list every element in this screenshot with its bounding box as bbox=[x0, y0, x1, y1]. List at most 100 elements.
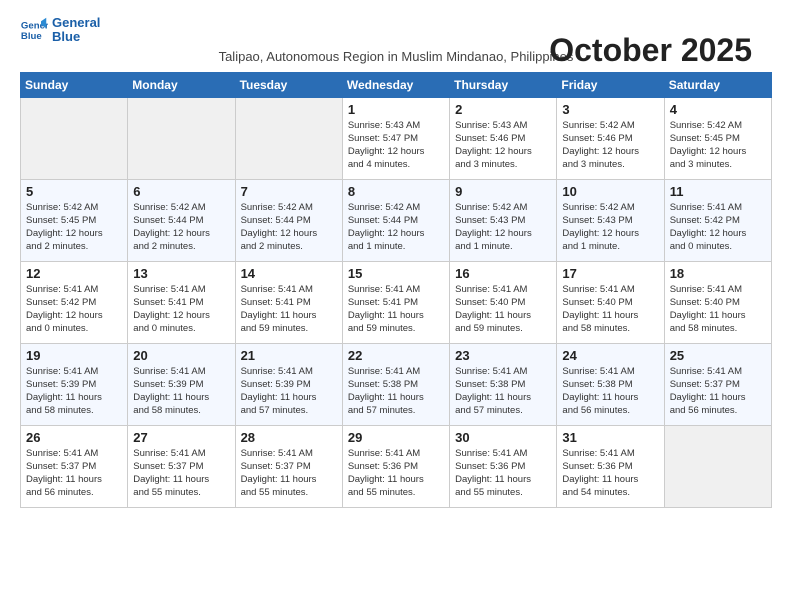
day-info: Sunrise: 5:41 AM Sunset: 5:41 PM Dayligh… bbox=[133, 283, 229, 336]
calendar-cell: 13 Sunrise: 5:41 AM Sunset: 5:41 PM Dayli… bbox=[128, 261, 235, 343]
calendar-cell: 17 Sunrise: 5:41 AM Sunset: 5:40 PM Dayli… bbox=[557, 261, 664, 343]
calendar-cell: 18 Sunrise: 5:41 AM Sunset: 5:40 PM Dayli… bbox=[664, 261, 771, 343]
weekday-header-row: SundayMondayTuesdayWednesdayThursdayFrid… bbox=[21, 72, 772, 97]
calendar-cell bbox=[128, 97, 235, 179]
calendar-cell: 14 Sunrise: 5:41 AM Sunset: 5:41 PM Dayli… bbox=[235, 261, 342, 343]
weekday-header-sunday: Sunday bbox=[21, 72, 128, 97]
day-number: 31 bbox=[562, 430, 658, 445]
month-year-title: October 2025 bbox=[549, 32, 752, 69]
day-number: 17 bbox=[562, 266, 658, 281]
day-number: 30 bbox=[455, 430, 551, 445]
weekday-header-tuesday: Tuesday bbox=[235, 72, 342, 97]
calendar-cell: 8Sunrise: 5:42 AM Sunset: 5:44 PM Daylig… bbox=[342, 179, 449, 261]
day-info: Sunrise: 5:41 AM Sunset: 5:40 PM Dayligh… bbox=[455, 283, 551, 336]
day-info: Sunrise: 5:42 AM Sunset: 5:44 PM Dayligh… bbox=[241, 201, 337, 254]
day-number: 28 bbox=[241, 430, 337, 445]
day-number: 7 bbox=[241, 184, 337, 199]
calendar-cell bbox=[21, 97, 128, 179]
calendar-cell: 24 Sunrise: 5:41 AM Sunset: 5:38 PM Dayli… bbox=[557, 343, 664, 425]
day-info: Sunrise: 5:41 AM Sunset: 5:39 PM Dayligh… bbox=[26, 365, 122, 418]
calendar-cell: 28 Sunrise: 5:41 AM Sunset: 5:37 PM Dayli… bbox=[235, 425, 342, 507]
day-info: Sunrise: 5:41 AM Sunset: 5:37 PM Dayligh… bbox=[26, 447, 122, 500]
calendar-cell: 19Sunrise: 5:41 AM Sunset: 5:39 PM Dayli… bbox=[21, 343, 128, 425]
logo-text: General Blue bbox=[52, 16, 100, 45]
calendar-cell: 25 Sunrise: 5:41 AM Sunset: 5:37 PM Dayli… bbox=[664, 343, 771, 425]
day-info: Sunrise: 5:42 AM Sunset: 5:44 PM Dayligh… bbox=[133, 201, 229, 254]
day-number: 22 bbox=[348, 348, 444, 363]
day-number: 2 bbox=[455, 102, 551, 117]
calendar-cell: 5Sunrise: 5:42 AM Sunset: 5:45 PM Daylig… bbox=[21, 179, 128, 261]
calendar-cell: 4Sunrise: 5:42 AM Sunset: 5:45 PM Daylig… bbox=[664, 97, 771, 179]
day-info: Sunrise: 5:41 AM Sunset: 5:42 PM Dayligh… bbox=[670, 201, 766, 254]
calendar-cell: 31 Sunrise: 5:41 AM Sunset: 5:36 PM Dayli… bbox=[557, 425, 664, 507]
day-info: Sunrise: 5:41 AM Sunset: 5:39 PM Dayligh… bbox=[133, 365, 229, 418]
calendar-cell: 27 Sunrise: 5:41 AM Sunset: 5:37 PM Dayli… bbox=[128, 425, 235, 507]
weekday-header-wednesday: Wednesday bbox=[342, 72, 449, 97]
day-number: 14 bbox=[241, 266, 337, 281]
day-info: Sunrise: 5:41 AM Sunset: 5:39 PM Dayligh… bbox=[241, 365, 337, 418]
calendar-week-row: 26 Sunrise: 5:41 AM Sunset: 5:37 PM Dayli… bbox=[21, 425, 772, 507]
day-info: Sunrise: 5:41 AM Sunset: 5:36 PM Dayligh… bbox=[348, 447, 444, 500]
calendar-week-row: 5Sunrise: 5:42 AM Sunset: 5:45 PM Daylig… bbox=[21, 179, 772, 261]
calendar-cell: 12Sunrise: 5:41 AM Sunset: 5:42 PM Dayli… bbox=[21, 261, 128, 343]
day-info: Sunrise: 5:41 AM Sunset: 5:37 PM Dayligh… bbox=[241, 447, 337, 500]
day-info: Sunrise: 5:41 AM Sunset: 5:36 PM Dayligh… bbox=[455, 447, 551, 500]
day-number: 8 bbox=[348, 184, 444, 199]
day-number: 5 bbox=[26, 184, 122, 199]
calendar-week-row: 1 Sunrise: 5:43 AM Sunset: 5:47 PM Daylig… bbox=[21, 97, 772, 179]
calendar-week-row: 19Sunrise: 5:41 AM Sunset: 5:39 PM Dayli… bbox=[21, 343, 772, 425]
day-info: Sunrise: 5:41 AM Sunset: 5:38 PM Dayligh… bbox=[348, 365, 444, 418]
day-info: Sunrise: 5:41 AM Sunset: 5:38 PM Dayligh… bbox=[455, 365, 551, 418]
top-area: General Blue General Blue October 2025 bbox=[20, 16, 772, 45]
calendar-cell: 16Sunrise: 5:41 AM Sunset: 5:40 PM Dayli… bbox=[450, 261, 557, 343]
calendar-cell: 20 Sunrise: 5:41 AM Sunset: 5:39 PM Dayli… bbox=[128, 343, 235, 425]
calendar-cell: 11 Sunrise: 5:41 AM Sunset: 5:42 PM Dayli… bbox=[664, 179, 771, 261]
day-number: 1 bbox=[348, 102, 444, 117]
weekday-header-saturday: Saturday bbox=[664, 72, 771, 97]
calendar-cell: 9 Sunrise: 5:42 AM Sunset: 5:43 PM Daylig… bbox=[450, 179, 557, 261]
day-info: Sunrise: 5:42 AM Sunset: 5:45 PM Dayligh… bbox=[670, 119, 766, 172]
day-number: 11 bbox=[670, 184, 766, 199]
day-number: 6 bbox=[133, 184, 229, 199]
day-info: Sunrise: 5:43 AM Sunset: 5:47 PM Dayligh… bbox=[348, 119, 444, 172]
day-info: Sunrise: 5:41 AM Sunset: 5:37 PM Dayligh… bbox=[133, 447, 229, 500]
weekday-header-friday: Friday bbox=[557, 72, 664, 97]
day-number: 20 bbox=[133, 348, 229, 363]
calendar-cell: 3Sunrise: 5:42 AM Sunset: 5:46 PM Daylig… bbox=[557, 97, 664, 179]
day-info: Sunrise: 5:41 AM Sunset: 5:37 PM Dayligh… bbox=[670, 365, 766, 418]
logo-icon: General Blue bbox=[20, 16, 48, 44]
day-number: 24 bbox=[562, 348, 658, 363]
calendar-cell: 15 Sunrise: 5:41 AM Sunset: 5:41 PM Dayli… bbox=[342, 261, 449, 343]
day-number: 27 bbox=[133, 430, 229, 445]
calendar-cell: 22 Sunrise: 5:41 AM Sunset: 5:38 PM Dayli… bbox=[342, 343, 449, 425]
day-info: Sunrise: 5:42 AM Sunset: 5:43 PM Dayligh… bbox=[455, 201, 551, 254]
calendar-cell bbox=[235, 97, 342, 179]
logo-line1: General bbox=[52, 15, 100, 30]
calendar-cell: 6 Sunrise: 5:42 AM Sunset: 5:44 PM Daylig… bbox=[128, 179, 235, 261]
day-number: 25 bbox=[670, 348, 766, 363]
day-number: 29 bbox=[348, 430, 444, 445]
calendar-cell: 26 Sunrise: 5:41 AM Sunset: 5:37 PM Dayli… bbox=[21, 425, 128, 507]
calendar-cell bbox=[664, 425, 771, 507]
svg-text:Blue: Blue bbox=[21, 31, 42, 42]
day-info: Sunrise: 5:43 AM Sunset: 5:46 PM Dayligh… bbox=[455, 119, 551, 172]
day-info: Sunrise: 5:41 AM Sunset: 5:40 PM Dayligh… bbox=[670, 283, 766, 336]
day-info: Sunrise: 5:41 AM Sunset: 5:38 PM Dayligh… bbox=[562, 365, 658, 418]
day-info: Sunrise: 5:41 AM Sunset: 5:41 PM Dayligh… bbox=[241, 283, 337, 336]
calendar-cell: 1 Sunrise: 5:43 AM Sunset: 5:47 PM Daylig… bbox=[342, 97, 449, 179]
day-number: 23 bbox=[455, 348, 551, 363]
day-number: 15 bbox=[348, 266, 444, 281]
calendar-cell: 23 Sunrise: 5:41 AM Sunset: 5:38 PM Dayli… bbox=[450, 343, 557, 425]
day-number: 18 bbox=[670, 266, 766, 281]
day-info: Sunrise: 5:41 AM Sunset: 5:36 PM Dayligh… bbox=[562, 447, 658, 500]
weekday-header-monday: Monday bbox=[128, 72, 235, 97]
day-number: 21 bbox=[241, 348, 337, 363]
calendar-cell: 7 Sunrise: 5:42 AM Sunset: 5:44 PM Daylig… bbox=[235, 179, 342, 261]
day-number: 13 bbox=[133, 266, 229, 281]
day-info: Sunrise: 5:41 AM Sunset: 5:40 PM Dayligh… bbox=[562, 283, 658, 336]
day-number: 9 bbox=[455, 184, 551, 199]
title-section: October 2025 bbox=[549, 32, 752, 69]
day-number: 12 bbox=[26, 266, 122, 281]
day-info: Sunrise: 5:41 AM Sunset: 5:41 PM Dayligh… bbox=[348, 283, 444, 336]
day-number: 26 bbox=[26, 430, 122, 445]
